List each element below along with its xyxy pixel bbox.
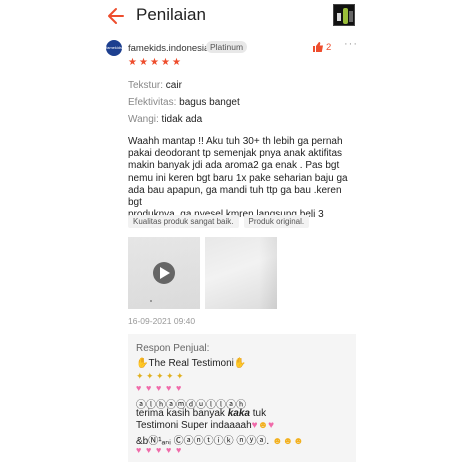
sparkle-row: ✦ ✦ ✦ ✦ ✦	[136, 371, 184, 381]
review-text: Waahh mantap !! Aku tuh 30+ th lebih ga …	[128, 136, 348, 221]
tag-quality: Kualitas produk sangat baik.	[128, 215, 239, 228]
heart-icon: ♥	[136, 445, 142, 455]
star-icon: ★	[150, 57, 159, 68]
seller-response-line-1: ✋The Real Testimoni✋	[136, 358, 247, 369]
praying-hands-icon: ✋	[233, 358, 247, 369]
heart-row-2: ♥ ♥ ♥ ♥ ♥	[136, 445, 184, 455]
heart-icon: ♥	[156, 445, 162, 455]
seller-response-line-4: Testimoni Super indaaaah♥☻♥	[136, 420, 275, 431]
back-arrow-icon[interactable]	[106, 6, 126, 26]
heart-icon: ♥	[268, 420, 275, 431]
sparkle-icon: ✦	[166, 371, 174, 381]
heart-icon: ♥	[146, 445, 152, 455]
thumbs-up-icon	[313, 42, 323, 52]
heart-icon: ♥	[136, 383, 142, 393]
review-video-thumbnail[interactable]	[128, 237, 200, 309]
heart-eyes-icon: ☻☻☻	[271, 436, 304, 447]
heart-icon: ♥	[166, 445, 172, 455]
attribute-texture: Tekstur: cair	[128, 80, 182, 91]
heart-icon: ♥	[156, 383, 162, 393]
like-count: 2	[326, 42, 332, 53]
star-icon: ★	[139, 57, 148, 68]
heart-row-1: ♥ ♥ ♥ ♥ ♥	[136, 383, 184, 393]
play-icon[interactable]	[153, 262, 175, 284]
review-tags: Kualitas produk sangat baik. Produk orig…	[128, 215, 310, 229]
star-icon: ★	[172, 57, 181, 68]
reviewer-name: famekids.indonesia	[128, 43, 210, 54]
review-date: 16-09-2021 09:40	[128, 316, 196, 326]
review-photo-thumbnail[interactable]	[205, 237, 277, 309]
attribute-scent: Wangi: tidak ada	[128, 114, 203, 125]
platinum-badge: Platinum	[206, 41, 248, 53]
star-icon: ★	[128, 57, 137, 68]
more-options-button[interactable]: ···	[344, 38, 358, 50]
attribute-effectiveness: Efektivitas: bagus banget	[128, 97, 240, 108]
praying-hands-icon: ✋	[136, 358, 149, 369]
sparkle-icon: ✦	[146, 371, 154, 381]
heart-icon: ♥	[146, 383, 152, 393]
seller-response-line-3: terima kasih banyak kaka tuk	[136, 408, 267, 419]
tag-original: Produk original.	[243, 215, 310, 228]
sparkle-icon: ✦	[136, 371, 144, 381]
star-icon: ★	[161, 57, 170, 68]
heart-icon: ♥	[176, 445, 182, 455]
avatar: famekids	[106, 40, 122, 56]
product-thumbnail[interactable]	[333, 4, 355, 26]
app-header: Penilaian	[0, 0, 462, 34]
seller-response: Respon Penjual: ✋The Real Testimoni✋ ✦ ✦…	[128, 334, 356, 462]
sparkle-icon: ✦	[156, 371, 164, 381]
seller-response-line-5: &bⓃ¹ₐₙᵢ Ⓒⓐⓝⓣⓘⓚ ⓝⓨⓐ. ☻☻☻	[136, 436, 304, 447]
heart-icon: ♥	[166, 383, 172, 393]
heart-eyes-icon: ☻	[257, 420, 269, 431]
seller-response-title: Respon Penjual:	[136, 343, 210, 354]
sparkle-icon: ✦	[176, 371, 184, 381]
page-title: Penilaian	[136, 5, 206, 24]
rating-stars: ★ ★ ★ ★ ★	[128, 58, 182, 68]
reviewer-row: famekids famekids.indonesia Platinum 2 ·…	[106, 38, 362, 58]
heart-icon: ♥	[176, 383, 182, 393]
